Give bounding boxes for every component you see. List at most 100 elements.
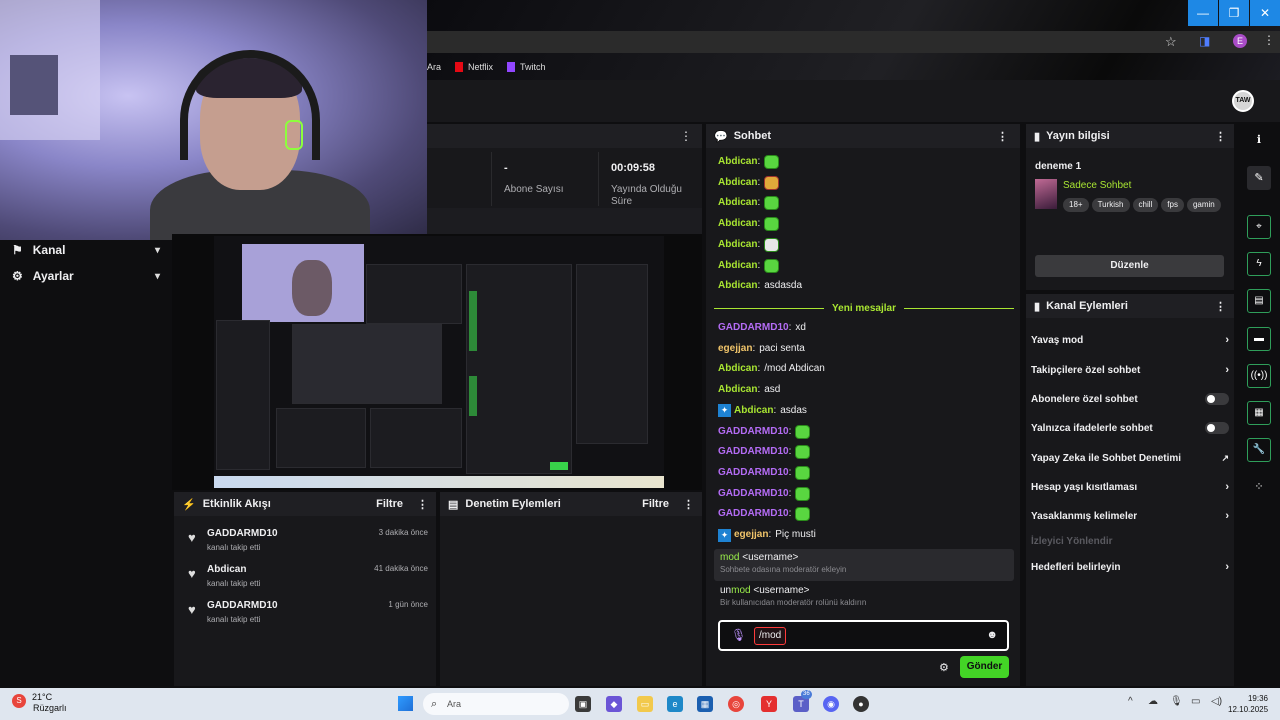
user-avatar[interactable]: TAW <box>1232 90 1254 112</box>
more-options-icon[interactable]: ⋮ <box>997 130 1008 143</box>
moderator-badge-icon[interactable]: ✦ <box>718 528 731 542</box>
profile-avatar[interactable]: E <box>1233 34 1247 48</box>
chat-message[interactable]: GADDARMD10: <box>718 486 811 502</box>
bookmark-ara[interactable]: Ara <box>427 62 441 72</box>
emote-icon[interactable] <box>764 258 780 273</box>
emote-icon[interactable] <box>764 217 780 232</box>
clipboard-icon[interactable]: ▤ <box>1247 289 1271 313</box>
action-account-age[interactable]: Hesap yaşı kısıtlaması › <box>1031 479 1229 495</box>
chat-username[interactable]: Abdican <box>718 361 757 377</box>
moderation-filter-button[interactable]: Filtre <box>642 498 669 510</box>
action-slow-mode[interactable]: Yavaş mod › <box>1031 332 1229 348</box>
chat-input[interactable]: 🎙 /mod ☻ <box>718 620 1009 651</box>
chat-message[interactable]: Abdican: <box>718 175 780 191</box>
tag[interactable]: 18+ <box>1063 198 1089 212</box>
more-options-icon[interactable]: ⋮ <box>680 129 692 143</box>
emote-icon[interactable] <box>764 237 780 252</box>
lightning-icon[interactable]: ϟ <box>1247 252 1271 276</box>
emote-icon[interactable] <box>764 196 780 211</box>
emote-icon[interactable] <box>795 424 811 439</box>
more-options-icon[interactable]: ⋮ <box>1215 300 1226 313</box>
action-ai-moderation[interactable]: Yapay Zeka ile Sohbet Denetimi ↗ <box>1031 450 1229 466</box>
weather-widget[interactable]: S 21°C Rüzgarlı <box>12 692 67 714</box>
chat-message[interactable]: GADDARMD10: xd <box>718 320 806 336</box>
chat-message[interactable]: Abdican: <box>718 195 780 211</box>
chat-message[interactable]: Abdican: asdasda <box>718 278 802 294</box>
chat-username[interactable]: Abdican <box>718 216 757 232</box>
chat-username[interactable]: GADDARMD10 <box>718 444 789 460</box>
chat-username[interactable]: Abdican <box>718 278 757 294</box>
monitor-icon[interactable]: ▭ <box>1191 696 1200 707</box>
subscribers-only-toggle[interactable] <box>1205 393 1229 405</box>
chat-message[interactable]: Abdican: <box>718 154 780 170</box>
send-button[interactable]: Gönder <box>960 656 1009 678</box>
emote-icon[interactable] <box>795 445 811 460</box>
chat-username[interactable]: Abdican <box>718 258 757 274</box>
chat-username[interactable]: Abdican <box>718 154 757 170</box>
emote-icon[interactable] <box>795 465 811 480</box>
chat-username[interactable]: Abdican <box>718 175 757 191</box>
close-button[interactable]: ✕ <box>1250 0 1280 26</box>
extensions-icon[interactable]: ◨ <box>1199 34 1210 48</box>
chat-username[interactable]: egejjan <box>718 341 752 357</box>
address-bar[interactable]: ☆ ◨ E ⋮ <box>427 31 1280 53</box>
emote-icon[interactable] <box>764 155 780 169</box>
layout-icon[interactable]: ▦ <box>1247 401 1271 425</box>
chat-username[interactable]: Abdican <box>718 237 757 253</box>
info-icon[interactable]: ℹ <box>1247 128 1271 152</box>
add-action-icon[interactable]: ⁘ <box>1247 475 1271 499</box>
broadcast-icon[interactable]: ((•)) <box>1247 364 1271 388</box>
chat-username[interactable]: GADDARMD10 <box>718 486 789 502</box>
chat-message[interactable]: egejjan: paci senta <box>718 341 805 357</box>
tag[interactable]: chill <box>1132 198 1159 212</box>
microphone-icon[interactable]: 🎙 <box>1170 696 1183 707</box>
emote-icon[interactable] <box>795 486 811 501</box>
edit-stream-info-button[interactable]: Düzenle <box>1035 255 1224 277</box>
chat-message[interactable]: Abdican: <box>718 258 780 274</box>
emote-icon[interactable] <box>764 175 780 190</box>
category-thumbnail[interactable] <box>1035 179 1057 209</box>
discord-icon[interactable]: ◉ <box>823 696 839 712</box>
chat-message[interactable]: GADDARMD10: <box>718 424 811 440</box>
edge-icon[interactable]: e <box>667 696 683 712</box>
sidebar-item-ayarlar[interactable]: ⚙ Ayarlar ▾ <box>12 266 160 286</box>
chat-message[interactable]: Abdican: <box>718 216 780 232</box>
file-explorer-icon[interactable]: ▭ <box>637 696 653 712</box>
emoji-icon[interactable]: ☻ <box>986 629 998 641</box>
bookmark-twitch[interactable]: Twitch <box>507 62 546 72</box>
chat-message[interactable]: Abdican: asd <box>718 382 780 398</box>
command-suggestion-unmod[interactable]: unmod <username> Bir kullanıcıdan modera… <box>714 582 1014 614</box>
chat-username[interactable]: GADDARMD10 <box>718 465 789 481</box>
action-followers-only[interactable]: Takipçilere özel sohbet › <box>1031 362 1229 378</box>
wrench-icon[interactable]: 🔧 <box>1247 438 1271 462</box>
action-set-goals[interactable]: Hedefleri belirleyin › <box>1031 559 1229 575</box>
volume-icon[interactable]: ◁) <box>1211 696 1222 707</box>
chat-username[interactable]: Abdican <box>718 195 757 211</box>
chat-message[interactable]: Abdican:/mod Abdican <box>718 361 825 377</box>
chat-bubble-icon[interactable]: ▬ <box>1247 327 1271 351</box>
command-suggestion-mod[interactable]: mod <username> Sohbete odasına moderatör… <box>714 549 1014 581</box>
chat-username[interactable]: GADDARMD10 <box>718 506 789 522</box>
chrome-icon[interactable]: ◎ <box>728 696 744 712</box>
windows-start-icon[interactable] <box>398 696 413 711</box>
chat-message[interactable]: ✦ Abdican: asdas <box>718 403 807 419</box>
emote-only-toggle[interactable] <box>1205 422 1229 434</box>
tag[interactable]: gamin <box>1186 198 1221 212</box>
system-clock[interactable]: 19:36 12.10.2025 <box>1228 693 1268 715</box>
chat-username[interactable]: GADDARMD10 <box>718 320 789 336</box>
chat-message[interactable]: GADDARMD10: <box>718 506 811 522</box>
microphone-icon[interactable]: 🎙 <box>731 628 746 642</box>
chat-settings-icon[interactable]: ⚙ <box>939 661 949 674</box>
emote-icon[interactable] <box>795 507 811 522</box>
teams-icon[interactable]: 36 T <box>793 690 812 712</box>
chat-message[interactable]: GADDARMD10: <box>718 444 811 460</box>
activity-filter-button[interactable]: Filtre <box>376 498 403 510</box>
more-options-icon[interactable]: ⋮ <box>683 498 694 511</box>
sidebar-item-kanal[interactable]: ⚑ Kanal ▾ <box>12 240 160 260</box>
bookmark-netflix[interactable]: Netflix <box>455 62 493 72</box>
task-view-icon[interactable]: ▣ <box>575 696 591 712</box>
action-banned-words[interactable]: Yasaklanmış kelimeler › <box>1031 508 1229 524</box>
moderator-badge-icon[interactable]: ✦ <box>718 404 731 418</box>
browser-menu-icon[interactable]: ⋮ <box>1263 33 1275 47</box>
tag[interactable]: Turkish <box>1091 198 1130 212</box>
